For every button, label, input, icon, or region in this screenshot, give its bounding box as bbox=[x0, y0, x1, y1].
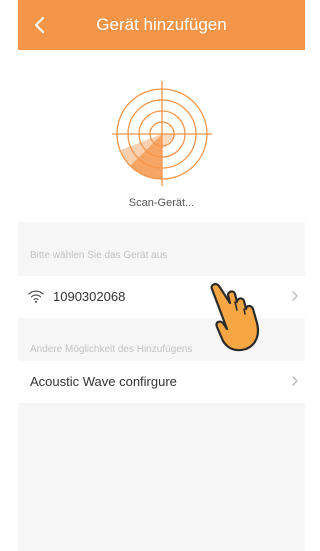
radar-icon bbox=[112, 81, 212, 186]
other-section-label: Andere Möglichkeit des Hinzufügens bbox=[30, 344, 193, 355]
acoustic-wave-row[interactable]: Acoustic Wave confirgure bbox=[18, 361, 305, 403]
wifi-icon bbox=[28, 290, 44, 303]
chevron-right-icon bbox=[292, 376, 298, 386]
scan-panel: Scan-Gerät... bbox=[18, 50, 305, 222]
page-title: Gerät hinzufügen bbox=[96, 15, 227, 34]
device-name: 1090302068 bbox=[53, 289, 126, 304]
header-bar: Gerät hinzufügen bbox=[18, 0, 305, 50]
pointing-hand-icon bbox=[210, 283, 260, 352]
acoustic-wave-label: Acoustic Wave confirgure bbox=[30, 374, 177, 389]
chevron-right-icon bbox=[292, 291, 298, 301]
empty-area bbox=[18, 420, 305, 551]
device-section-label: Bitte wählen Sie das Gerät aus bbox=[30, 250, 168, 261]
app-screen: Gerät hinzufügen Scan-Gerät... Bitte wäh… bbox=[18, 0, 305, 551]
scan-status: Scan-Gerät... bbox=[128, 197, 195, 209]
